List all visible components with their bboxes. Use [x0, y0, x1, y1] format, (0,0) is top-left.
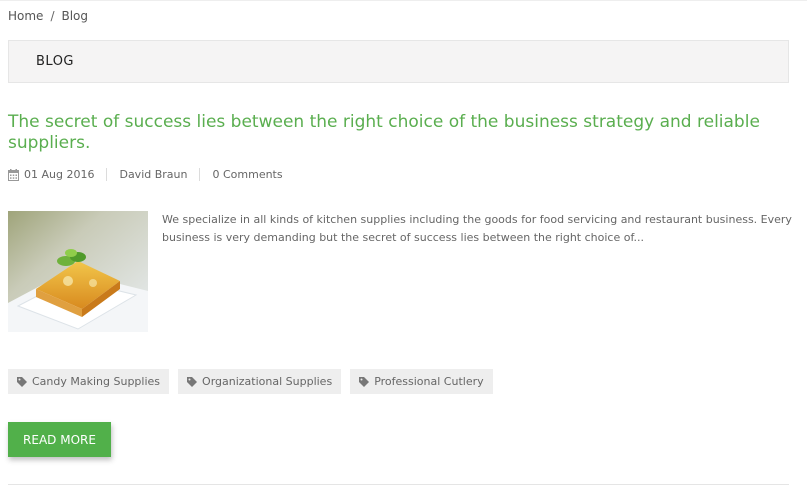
- tag-label: Candy Making Supplies: [32, 375, 161, 388]
- post-title-link[interactable]: The secret of success lies between the r…: [8, 112, 768, 154]
- breadcrumb: Home / Blog: [8, 9, 88, 23]
- tag-icon: [187, 376, 198, 387]
- post-tags: Candy Making Supplies Organizational Sup…: [8, 369, 502, 394]
- meta-divider: [106, 168, 108, 181]
- post-meta: 01 Aug 2016 David Braun 0 Comments: [8, 168, 283, 181]
- post-author-link[interactable]: David Braun: [119, 168, 187, 181]
- tag-candy-making-supplies[interactable]: Candy Making Supplies: [8, 369, 170, 394]
- post-thumbnail[interactable]: [8, 211, 148, 332]
- tag-label: Organizational Supplies: [202, 375, 333, 388]
- breadcrumb-current: Blog: [61, 9, 89, 23]
- section-header: BLOG: [8, 40, 789, 83]
- read-more-button[interactable]: READ MORE: [8, 422, 111, 457]
- section-title: BLOG: [36, 54, 75, 69]
- post-excerpt: We specialize in all kinds of kitchen su…: [162, 213, 792, 244]
- post-date-text: 01 Aug 2016: [24, 168, 95, 181]
- top-divider: [0, 0, 807, 1]
- bottom-divider: [8, 484, 789, 485]
- tag-icon: [17, 376, 27, 387]
- tag-icon: [359, 376, 370, 387]
- dessert-image: [8, 211, 148, 332]
- post-date: 01 Aug 2016: [8, 168, 94, 181]
- breadcrumb-home-link[interactable]: Home: [8, 9, 43, 23]
- calendar-icon: [8, 168, 19, 181]
- meta-divider: [199, 168, 201, 181]
- breadcrumb-separator: /: [50, 9, 55, 23]
- tag-label: Professional Cutlery: [374, 375, 484, 388]
- tag-organizational-supplies[interactable]: Organizational Supplies: [178, 369, 342, 394]
- tag-professional-cutlery[interactable]: Professional Cutlery: [350, 369, 493, 394]
- post-comments-link[interactable]: 0 Comments: [212, 168, 282, 181]
